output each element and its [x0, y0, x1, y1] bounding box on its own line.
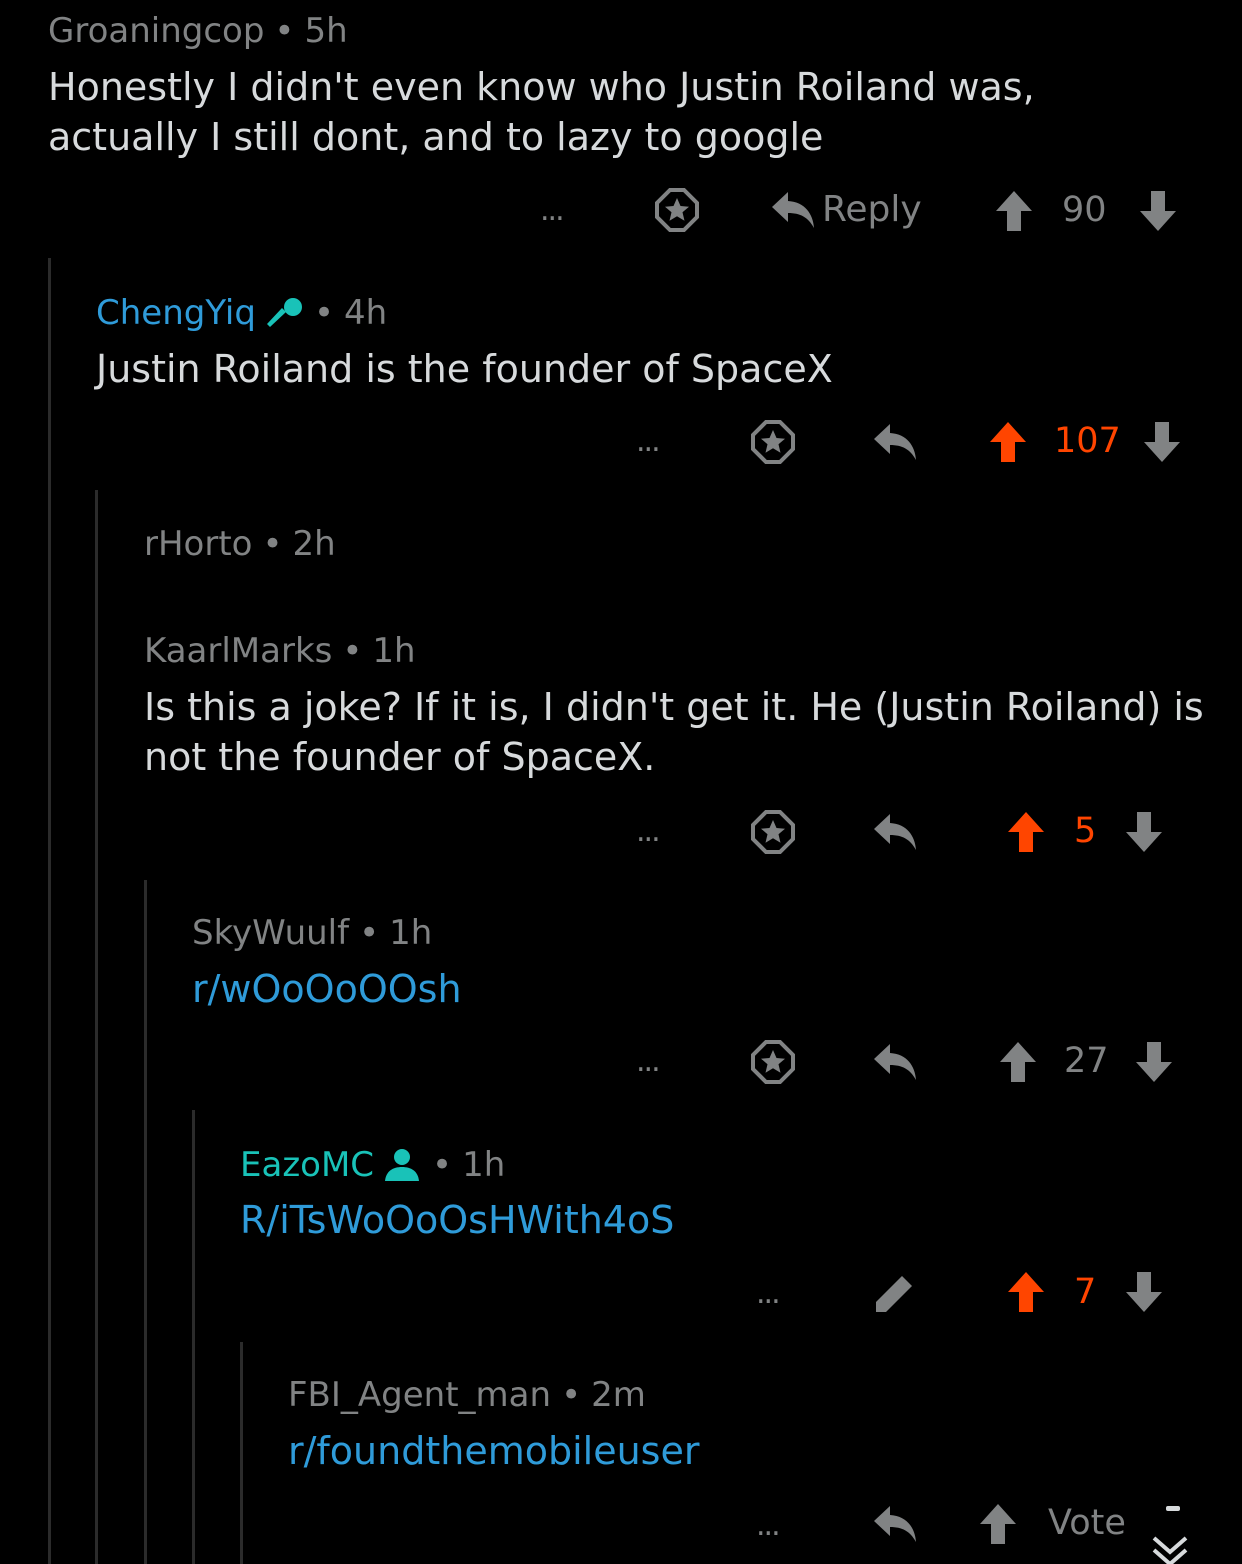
reply-icon[interactable] — [872, 422, 918, 462]
reply-icon[interactable] — [872, 812, 918, 852]
comment-age: 1h — [462, 1145, 506, 1185]
comment-meta: Groaningcop • 5h — [48, 14, 348, 48]
upvote-arrow-icon[interactable] — [1006, 1270, 1046, 1314]
more-options-button[interactable]: ... — [636, 1044, 661, 1079]
comment-author[interactable]: Groaningcop — [48, 14, 264, 48]
comment-meta: SkyWuulf • 1h — [192, 916, 432, 950]
thread-line-depth-3 — [144, 880, 147, 1564]
double-chevron-down-icon[interactable] — [1150, 1532, 1190, 1564]
comment-author[interactable]: SkyWuulf — [192, 916, 349, 950]
comment-age: 4h — [344, 293, 388, 333]
more-options-button[interactable]: ... — [540, 193, 565, 228]
reply-button[interactable]: Reply — [822, 192, 922, 228]
subreddit-link[interactable]: r/foundthemobileuser — [288, 1426, 699, 1476]
downvote-arrow-icon[interactable] — [1138, 189, 1178, 233]
downvote-arrow-icon[interactable] — [1134, 1040, 1174, 1084]
vote-label: Vote — [1048, 1503, 1126, 1543]
comment-age: 2h — [292, 524, 336, 564]
reply-icon[interactable] — [872, 1504, 918, 1544]
meta-separator: • — [561, 1375, 582, 1415]
subreddit-link[interactable]: R/iTsWoOoOsHWith4oS — [240, 1195, 674, 1245]
comment-author[interactable]: KaarlMarks — [144, 634, 332, 668]
subreddit-link[interactable]: r/wOoOoOOsh — [192, 964, 462, 1014]
comment-age: 2m — [591, 1375, 646, 1415]
comment-author[interactable]: rHorto — [144, 527, 252, 561]
score: 90 — [1062, 190, 1107, 230]
downvote-arrow-icon[interactable] — [1124, 810, 1164, 854]
reply-icon[interactable] — [770, 190, 816, 230]
downvote-arrow-icon[interactable] — [1142, 420, 1182, 464]
comment-meta: rHorto • 2h — [144, 527, 336, 561]
score: 7 — [1074, 1272, 1097, 1312]
comment-meta: FBI_Agent_man • 2m — [288, 1378, 646, 1412]
comment-body: Justin Roiland is the founder of SpaceX — [96, 347, 833, 391]
meta-separator: • — [432, 1145, 453, 1185]
comment-author[interactable]: EazoMC — [240, 1148, 374, 1182]
score: 107 — [1054, 421, 1121, 461]
more-options-button[interactable]: ... — [756, 1508, 781, 1543]
comment-age: 1h — [372, 631, 416, 671]
meta-separator: • — [313, 293, 334, 333]
meta-separator: • — [262, 524, 283, 564]
score: 27 — [1064, 1041, 1109, 1081]
star-icon[interactable] — [654, 187, 700, 233]
upvote-arrow-icon[interactable] — [1006, 810, 1046, 854]
upvote-arrow-icon[interactable] — [994, 189, 1034, 233]
comment-meta: KaarlMarks • 1h — [144, 634, 416, 668]
meta-separator: • — [359, 913, 380, 953]
upvote-arrow-icon[interactable] — [978, 1502, 1018, 1546]
comment-meta: EazoMC • 1h — [240, 1147, 505, 1183]
meta-separator: • — [274, 11, 295, 51]
microphone-icon — [266, 298, 302, 327]
comment-body: Is this a joke? If it is, I didn't get i… — [144, 685, 1204, 779]
reply-icon[interactable] — [872, 1042, 918, 1082]
comment-age: 1h — [389, 913, 433, 953]
thread-line-depth-4 — [192, 1110, 195, 1564]
more-options-button[interactable]: ... — [756, 1276, 781, 1311]
comment-author[interactable]: FBI_Agent_man — [288, 1378, 551, 1412]
comment-author[interactable]: ChengYiq — [96, 296, 256, 330]
thread-line-depth-1 — [48, 258, 51, 1564]
thread-line-depth-5 — [240, 1342, 243, 1564]
meta-separator: • — [342, 631, 363, 671]
star-icon[interactable] — [750, 419, 796, 465]
star-icon[interactable] — [750, 809, 796, 855]
more-options-button[interactable]: ... — [636, 424, 661, 459]
upvote-arrow-icon[interactable] — [988, 420, 1028, 464]
downvote-arrow-icon[interactable] — [1124, 1270, 1164, 1314]
comment-meta: ChengYiq • 4h — [96, 296, 387, 330]
score: 5 — [1074, 811, 1097, 851]
scroll-handle[interactable] — [1166, 1506, 1180, 1511]
star-icon[interactable] — [750, 1039, 796, 1085]
more-options-button[interactable]: ... — [636, 814, 661, 849]
upvote-arrow-icon[interactable] — [998, 1040, 1038, 1084]
pencil-icon[interactable] — [872, 1272, 916, 1316]
comment-body: Honestly I didn't even know who Justin R… — [48, 65, 1035, 159]
user-icon — [385, 1149, 420, 1181]
comment-age: 5h — [304, 11, 348, 51]
thread-line-depth-2 — [95, 490, 98, 1564]
